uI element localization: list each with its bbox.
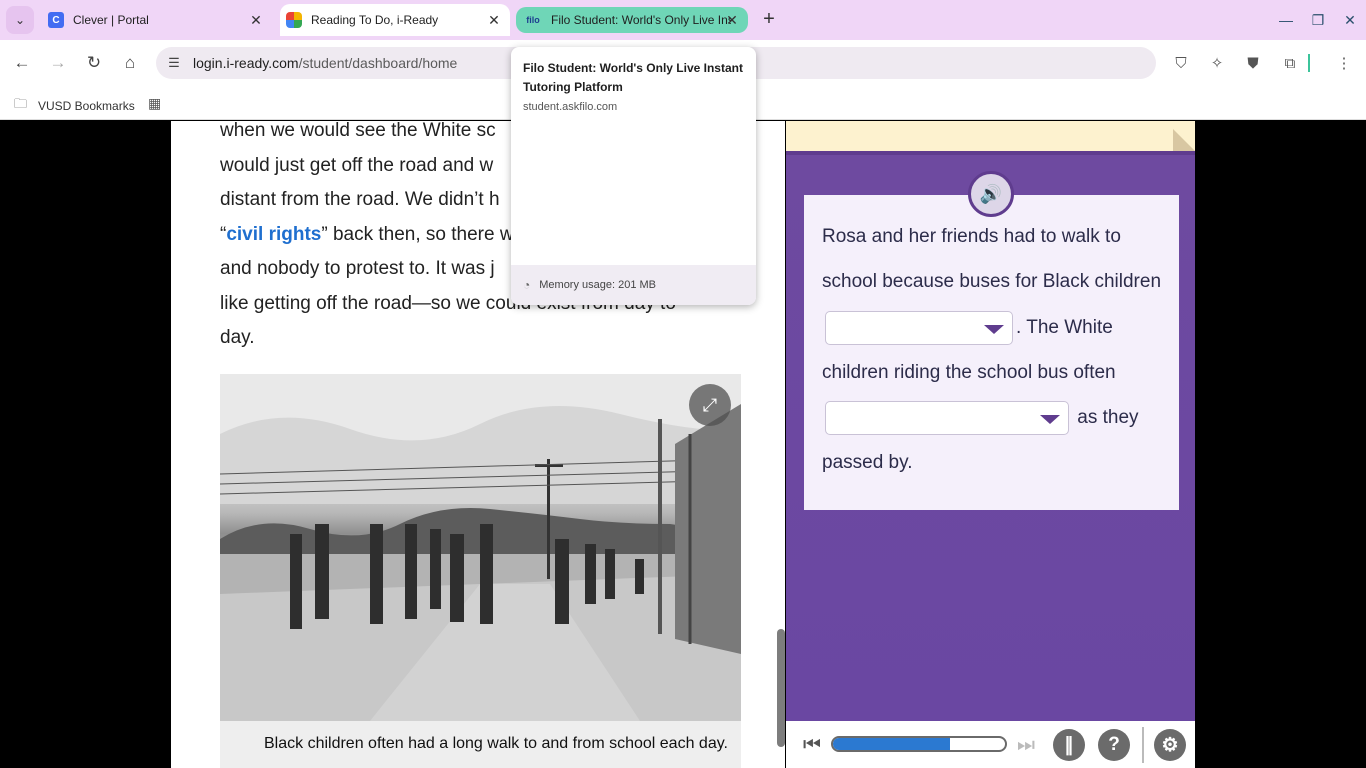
question-text: Rosa and her friends had to walk to scho… <box>822 214 1172 486</box>
extension-icon[interactable]: ✧ <box>1206 52 1228 74</box>
chevron-down-icon: ⌄ <box>14 13 26 27</box>
site-info-icon[interactable]: ☰ <box>164 53 184 73</box>
filo-favicon: filo <box>526 15 540 25</box>
grid-icon: ▦ <box>148 95 162 111</box>
reading-scrollbar[interactable] <box>777 629 785 747</box>
bookmark-label: VUSD Bookmarks <box>38 99 135 113</box>
tab-hover-card: Filo Student: World's Only Live Instant … <box>511 47 756 305</box>
puzzle-icon[interactable]: ⧉ <box>1279 52 1301 74</box>
back-icon[interactable]: ← <box>8 49 36 77</box>
glossary-link-civil-rights[interactable]: civil rights <box>226 224 321 245</box>
skip-forward-icon[interactable]: ⏭ <box>1010 729 1042 761</box>
passage-photo: ⤢ <box>220 374 741 721</box>
reload-icon[interactable]: ↻ <box>80 49 108 77</box>
url-text: login.i-ready.com/student/dashboard/home <box>193 55 457 71</box>
help-label: ? <box>1108 734 1120 755</box>
restore-icon[interactable]: ❐ <box>1304 6 1332 34</box>
minimize-icon[interactable]: — <box>1272 6 1300 34</box>
help-button[interactable]: ? <box>1098 729 1130 761</box>
memory-gauge-icon: ◔ <box>523 278 531 292</box>
pause-icon: ∥ <box>1064 734 1074 756</box>
tab-clever[interactable]: C Clever | Portal ✕ <box>40 4 272 36</box>
lesson-progress-bar <box>831 736 1007 752</box>
caret-down-icon <box>1040 415 1060 425</box>
bookmark-folder-vusd[interactable]: 🗀 VUSD Bookmarks <box>14 95 135 117</box>
memory-usage-text: Memory usage: 201 MB <box>539 279 657 291</box>
tab-strip: ⌄ C Clever | Portal ✕ Reading To Do, i-R… <box>0 0 1366 40</box>
read-aloud-button[interactable]: 🔊 <box>968 171 1014 217</box>
shield-extension-icon[interactable]: ⛊ <box>1242 52 1264 74</box>
iready-favicon <box>286 12 302 28</box>
close-icon[interactable]: ✕ <box>724 12 740 28</box>
close-icon[interactable]: ✕ <box>248 12 264 28</box>
expand-icon: ⤢ <box>702 394 718 415</box>
menu-icon[interactable]: ⋮ <box>1333 52 1355 74</box>
forward-icon[interactable]: → <box>44 49 72 77</box>
hover-card-title: Filo Student: World's Only Live Instant … <box>523 61 743 94</box>
passage-line: day. <box>220 327 255 348</box>
tab-title: Reading To Do, i-Ready <box>311 13 439 27</box>
new-tab-button[interactable]: + <box>758 8 780 30</box>
home-icon[interactable]: ⌂ <box>116 49 144 77</box>
tab-title: Clever | Portal <box>73 13 149 27</box>
hover-card-domain: student.askfilo.com <box>523 101 618 113</box>
speaker-icon: 🔊 <box>979 183 1003 204</box>
tab-iready[interactable]: Reading To Do, i-Ready ✕ <box>280 4 510 36</box>
clever-favicon: C <box>48 12 64 28</box>
expand-image-button[interactable]: ⤢ <box>689 384 731 426</box>
lesson-player-bar: ⏮ ⏭ ∥ ? ⚙ <box>786 721 1195 768</box>
close-icon[interactable]: ✕ <box>486 12 502 28</box>
tab-search-button[interactable]: ⌄ <box>6 6 34 34</box>
progress-fill <box>833 738 950 750</box>
settings-button[interactable]: ⚙ <box>1154 729 1186 761</box>
answer-dropdown-1[interactable] <box>825 310 1013 345</box>
photo-illustration <box>220 374 741 721</box>
note-fold <box>1173 129 1195 151</box>
folder-icon: 🗀 <box>14 96 28 111</box>
apps-grid-icon[interactable]: ▦ <box>148 95 161 112</box>
hover-card-footer: ◔ Memory usage: 201 MB <box>511 265 756 305</box>
caret-down-icon <box>984 324 1004 334</box>
window-close-icon[interactable]: ✕ <box>1336 6 1364 34</box>
url-path: /student/dashboard/home <box>298 55 458 71</box>
tab-filo[interactable]: filo Filo Student: World's Only Live Ins… <box>516 7 748 33</box>
answer-dropdown-2[interactable] <box>825 401 1069 436</box>
pause-button[interactable]: ∥ <box>1053 729 1085 761</box>
skip-back-icon[interactable]: ⏮ <box>796 729 828 761</box>
tab-title: Filo Student: World's Only Live Instant … <box>551 13 731 27</box>
profile-divider <box>1307 52 1311 74</box>
question-part1: Rosa and her friends had to walk to scho… <box>822 226 1162 293</box>
gear-icon: ⚙ <box>1161 734 1179 756</box>
passage-text-rest: ” back then, so there w <box>321 223 514 245</box>
photo-caption: Black children often had a long walk to … <box>220 721 741 768</box>
instruction-note <box>786 121 1195 155</box>
shield-icon[interactable]: ⛉ <box>1170 52 1192 74</box>
player-divider <box>1142 727 1144 763</box>
url-domain: login.i-ready.com <box>193 55 299 71</box>
